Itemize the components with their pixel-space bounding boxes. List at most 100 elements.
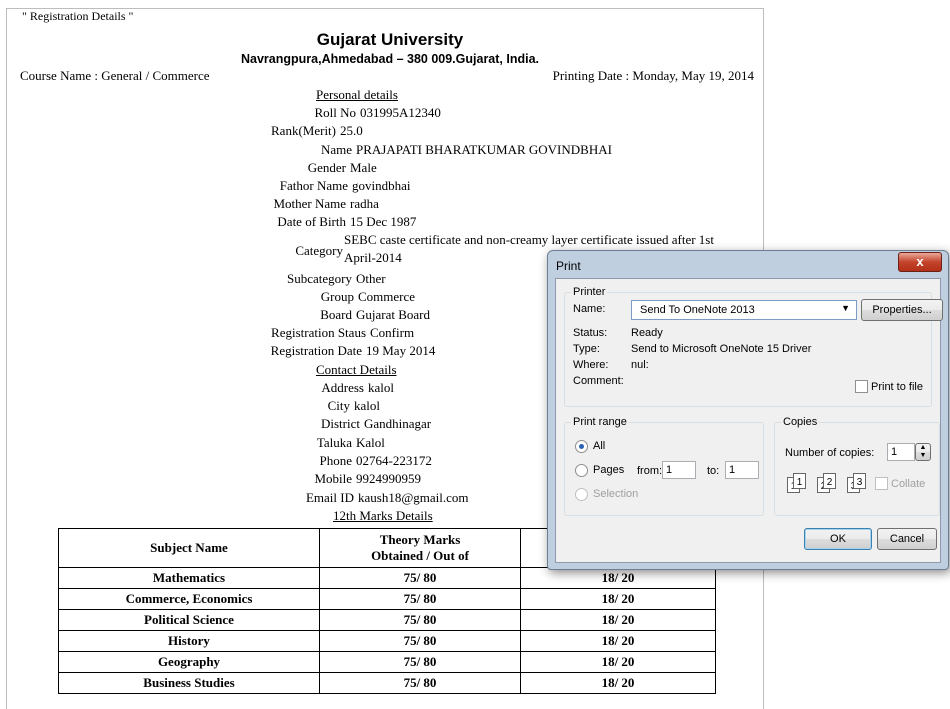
- selection-label: Selection: [593, 488, 639, 500]
- all-label: All: [593, 440, 606, 452]
- status-value: Ready: [631, 327, 663, 339]
- city-value: kalol: [354, 398, 380, 413]
- practical-cell: 18/ 20: [520, 567, 716, 589]
- practical-cell: 18/ 20: [520, 588, 716, 610]
- printer-group: Printer Name: Send To OneNote 2013 ▼ Pro…: [564, 286, 943, 407]
- email-label: Email ID: [305, 490, 354, 505]
- number-of-copies-label: Number of copies:: [785, 447, 875, 459]
- close-icon: x: [916, 254, 924, 269]
- fieldset-legend: " Registration Details ": [19, 9, 137, 24]
- practical-cell: 18/ 20: [520, 630, 716, 652]
- subject-cell: Commerce, Economics: [58, 588, 320, 610]
- category-value-line1: SEBC caste certificate and non-creamy la…: [344, 232, 714, 247]
- practical-cell: 18/ 20: [520, 651, 716, 673]
- theory-cell: 75/ 80: [319, 672, 521, 694]
- print-range-group-title: Print range: [571, 416, 629, 428]
- theory-marks-header-line1: Theory Marks: [379, 532, 461, 547]
- university-address: Navrangpura,Ahmedabad – 380 009.Gujarat,…: [240, 52, 540, 66]
- group-label: Group: [320, 289, 354, 304]
- copies-group: Copies Number of copies: 1 ▲▼ 11 22 33 C…: [774, 416, 940, 516]
- name-label: Name: [320, 142, 352, 157]
- father-name-label: Fathor Name: [279, 178, 348, 193]
- theory-cell: 75/ 80: [319, 630, 521, 652]
- close-button[interactable]: x: [898, 252, 942, 272]
- subject-cell: Geography: [58, 651, 320, 673]
- copies-value: 1: [891, 446, 898, 458]
- table-row: Geography 75/ 80 18/ 20: [58, 651, 716, 673]
- collate-label: Collate: [891, 478, 926, 490]
- board-label: Board: [320, 307, 352, 322]
- address-value: kalol: [368, 380, 394, 395]
- pages-radio[interactable]: [575, 464, 588, 477]
- print-to-file-checkbox[interactable]: [855, 380, 868, 393]
- father-name-value: govindbhai: [352, 178, 411, 193]
- from-label: from:: [637, 465, 663, 477]
- university-name: Gujarat University: [316, 30, 464, 49]
- category-value-line2: April-2014: [344, 250, 402, 265]
- to-page-input[interactable]: 1: [725, 461, 759, 479]
- print-dialog-title: Print: [556, 259, 581, 273]
- where-label: Where:: [573, 359, 609, 371]
- taluka-label: Taluka: [316, 435, 352, 450]
- from-page-value: 1: [666, 464, 673, 476]
- all-radio[interactable]: [575, 440, 588, 453]
- subject-cell: History: [58, 630, 320, 652]
- collate-checkbox[interactable]: [875, 477, 888, 490]
- registration-status-value: Confirm: [370, 325, 415, 340]
- to-page-value: 1: [729, 464, 736, 476]
- theory-marks-header-line2: Obtained / Out of: [371, 548, 469, 563]
- rank-label: Rank(Merit): [271, 123, 336, 138]
- to-label: to:: [707, 465, 720, 477]
- where-value: nul:: [631, 359, 649, 371]
- print-range-group: Print range All Pages from: 1 to: 1 Sele…: [564, 416, 764, 516]
- ok-button[interactable]: OK: [804, 528, 872, 550]
- marks-details-heading: 12th Marks Details: [333, 508, 433, 523]
- registration-status-label: Registration Staus: [271, 325, 366, 340]
- email-value: kaush18@gmail.com: [358, 490, 469, 505]
- mobile-label: Mobile: [314, 471, 352, 486]
- selection-radio[interactable]: [575, 488, 588, 501]
- theory-cell: 75/ 80: [319, 609, 521, 631]
- phone-label: Phone: [319, 453, 353, 468]
- copies-input[interactable]: 1: [887, 443, 915, 461]
- type-label: Type:: [573, 343, 600, 355]
- mother-name-label: Mother Name: [273, 196, 346, 211]
- personal-details-heading: Personal details: [316, 87, 398, 102]
- district-value: Gandhinagar: [364, 416, 432, 431]
- contact-details-heading: Contact Details: [316, 362, 397, 377]
- print-to-file-label: Print to file: [871, 381, 923, 393]
- course-name: Course Name : General / Commerce: [20, 68, 210, 83]
- theory-marks-header: Theory Marks Obtained / Out of: [319, 528, 521, 568]
- subject-name-header: Subject Name: [58, 528, 320, 568]
- printer-select-value: Send To OneNote 2013: [640, 304, 755, 316]
- address-label: Address: [321, 380, 364, 395]
- gender-label: Gender: [307, 160, 346, 175]
- copies-stepper[interactable]: ▲ ▼: [915, 443, 931, 461]
- subject-cell: Political Science: [58, 609, 320, 631]
- dob-label: Date of Birth: [277, 214, 346, 229]
- printer-group-title: Printer: [571, 286, 608, 298]
- theory-cell: 75/ 80: [319, 567, 521, 589]
- from-page-input[interactable]: 1: [662, 461, 696, 479]
- copies-group-title: Copies: [781, 416, 820, 428]
- board-value: Gujarat Board: [356, 307, 431, 322]
- subject-cell: Business Studies: [58, 672, 320, 694]
- subcategory-value: Other: [356, 271, 386, 286]
- practical-cell: 18/ 20: [520, 609, 716, 631]
- cancel-button[interactable]: Cancel: [877, 528, 937, 550]
- registration-date-value: 19 May 2014: [366, 343, 436, 358]
- status-label: Status:: [573, 327, 608, 339]
- roll-no-value: 031995A12340: [360, 105, 441, 120]
- table-row: Business Studies 75/ 80 18/ 20: [58, 672, 716, 694]
- phone-value: 02764-223172: [356, 453, 432, 468]
- table-row: Mathematics 75/ 80 18/ 20: [58, 567, 716, 589]
- properties-button[interactable]: Properties...: [861, 299, 943, 321]
- mother-name-value: radha: [350, 196, 379, 211]
- printer-select[interactable]: Send To OneNote 2013 ▼: [631, 300, 857, 320]
- category-label: Category: [295, 243, 343, 258]
- registration-date-label: Registration Date: [270, 343, 362, 358]
- city-label: City: [327, 398, 350, 413]
- roll-no-label: Roll No: [314, 105, 356, 120]
- subcategory-label: Subcategory: [287, 271, 352, 286]
- type-value: Send to Microsoft OneNote 15 Driver: [631, 343, 812, 355]
